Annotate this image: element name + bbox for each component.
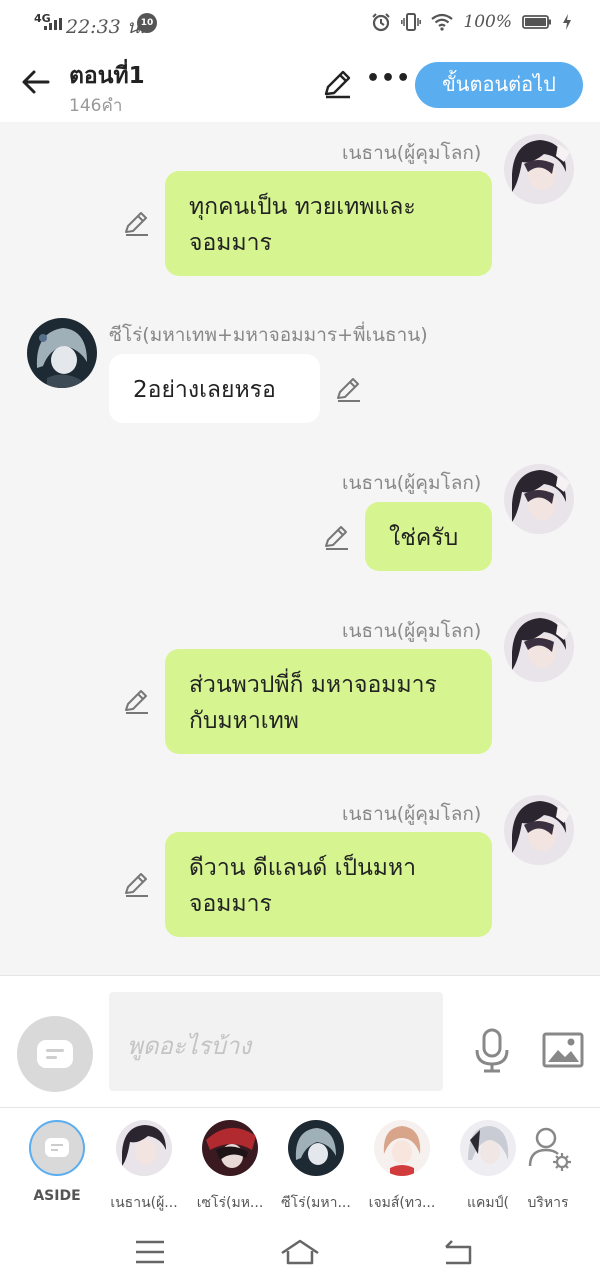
avatar: [202, 1120, 258, 1176]
message-line: ใช่ครับ: [389, 525, 459, 551]
message-bubble[interactable]: ดีวาน ดีแลนด์ เป็นมหา จอมมาร: [165, 832, 492, 937]
sender-name: เนธาน(ผู้คุมโลก): [342, 472, 482, 494]
aside-icon: [37, 1040, 73, 1068]
message-line: 2อย่างเลยหรอ: [133, 377, 276, 403]
character-label: ซีโร่(มหา...: [281, 1195, 351, 1211]
pencil-icon[interactable]: [322, 522, 352, 552]
character-label: เจมส์(ทว...: [368, 1195, 436, 1211]
system-nav-bar: [0, 1217, 600, 1287]
chat-area[interactable]: เนธาน(ผู้คุมโลก) ทุกคนเป็น ทวยเทพและ จอม…: [0, 122, 600, 975]
sender-name: เนธาน(ผู้คุมโลก): [342, 803, 482, 825]
message-line: ส่วนพวปพี่ก็ มหาจอมมาร: [189, 672, 437, 698]
avatar[interactable]: [504, 134, 574, 204]
manage-user-icon: [528, 1127, 571, 1171]
pencil-icon[interactable]: [122, 208, 152, 238]
character-label: เนธาน(ผู้...: [110, 1195, 178, 1211]
word-count: 146คำ: [69, 96, 123, 116]
aside-avatar: [29, 1120, 85, 1176]
battery-percent: 100%: [463, 12, 512, 32]
message-bubble[interactable]: ส่วนพวปพี่ก็ มหาจอมมาร กับมหาเทพ: [165, 649, 492, 754]
message-line: ดีวาน ดีแลนด์ เป็นมหา: [189, 855, 417, 881]
status-time: 22:33 น.: [66, 16, 146, 38]
character-label: เซโร่(มห...: [196, 1195, 264, 1211]
vibrate-icon: [401, 13, 422, 31]
pencil-icon[interactable]: [322, 68, 354, 100]
message-line: จอมมาร: [189, 891, 272, 917]
message-line: ทุกคนเป็น ทวยเทพและ: [189, 194, 416, 220]
image-icon[interactable]: [542, 1032, 584, 1068]
back-arrow-icon[interactable]: [18, 64, 54, 100]
chapter-title: ตอนที่1: [69, 63, 145, 89]
message-bubble[interactable]: ใช่ครับ: [365, 502, 492, 571]
avatar[interactable]: [27, 318, 97, 388]
notification-badge: 10: [137, 13, 157, 33]
character-bar: ASIDE เนธาน(ผู้... เซโร่(มห... ซีโร่(มหา…: [0, 1107, 600, 1217]
avatar[interactable]: [504, 464, 574, 534]
sender-name: ซีโร่(มหาเทพ+มหาจอมมาร+พี่เนธาน): [109, 324, 428, 346]
pencil-icon[interactable]: [122, 869, 152, 899]
character-aside[interactable]: ASIDE: [19, 1120, 95, 1204]
alarm-icon: [372, 13, 391, 32]
pencil-icon[interactable]: [122, 686, 152, 716]
status-icons: 100%: [371, 12, 572, 32]
character-item[interactable]: เจมส์(ทว...: [364, 1120, 440, 1214]
avatar: [374, 1120, 430, 1176]
next-step-button[interactable]: ขั้นตอนต่อไป: [415, 62, 583, 108]
sender-name: เนธาน(ผู้คุมโลก): [342, 142, 482, 164]
chapter-header: ตอนที่1 146คำ ••• ขั้นตอนต่อไป: [0, 48, 600, 122]
sender-name: เนธาน(ผู้คุมโลก): [342, 620, 482, 642]
menu-icon[interactable]: [130, 1237, 170, 1267]
manage-characters-button[interactable]: บริหาร: [510, 1120, 586, 1214]
more-icon[interactable]: •••: [366, 66, 410, 98]
home-icon[interactable]: [280, 1237, 320, 1267]
character-label: บริหาร: [527, 1195, 569, 1211]
aside-toggle-button[interactable]: [17, 1016, 93, 1092]
avatar[interactable]: [504, 612, 574, 682]
status-bar: 4G 22:33 น. 10 100%: [0, 0, 600, 48]
message-line: จอมมาร: [189, 230, 272, 256]
character-label: ASIDE: [33, 1188, 81, 1204]
signal-icon: [44, 18, 62, 30]
message-bubble[interactable]: ทุกคนเป็น ทวยเทพและ จอมมาร: [165, 171, 492, 276]
avatar: [460, 1120, 516, 1176]
battery-icon: [522, 15, 551, 29]
input-area: พูดอะไรบ้าง: [0, 975, 600, 1107]
message-bubble[interactable]: 2อย่างเลยหรอ: [109, 354, 320, 423]
character-item[interactable]: เนธาน(ผู้...: [106, 1120, 182, 1214]
character-item[interactable]: ซีโร่(มหา...: [278, 1120, 354, 1214]
character-item[interactable]: เซโร่(มห...: [192, 1120, 268, 1214]
back-nav-icon[interactable]: [438, 1237, 478, 1267]
mic-icon[interactable]: [472, 1028, 512, 1074]
wifi-icon: [431, 13, 454, 31]
avatar: [116, 1120, 172, 1176]
avatar: [288, 1120, 344, 1176]
pencil-icon[interactable]: [334, 374, 364, 404]
charging-icon: [563, 14, 571, 30]
message-input[interactable]: พูดอะไรบ้าง: [109, 992, 443, 1091]
avatar[interactable]: [504, 795, 574, 865]
message-line: กับมหาเทพ: [189, 708, 299, 734]
